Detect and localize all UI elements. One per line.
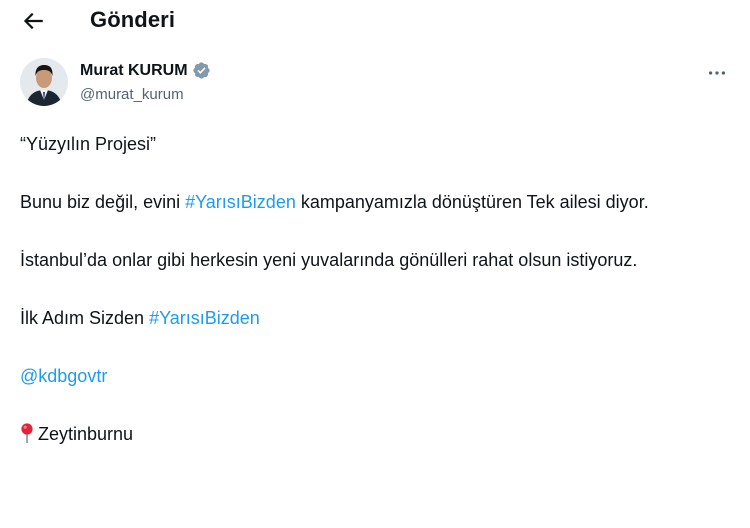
- author-handle[interactable]: @murat_kurum: [80, 86, 184, 103]
- avatar[interactable]: [20, 58, 68, 106]
- arrow-left-icon[interactable]: [20, 8, 46, 34]
- tweet-text-segment: Bunu biz değil, evini: [20, 192, 186, 212]
- location-text: Zeytinburnu: [38, 424, 134, 444]
- hashtag-link[interactable]: #YarısıBizden: [185, 192, 296, 212]
- tweet-text: “Yüzyılın Projesi” Bunu biz değil, evini…: [20, 130, 732, 449]
- tweet-text-segment: İlk Adım Sizden: [20, 308, 150, 328]
- page-title: Gönderi: [90, 7, 176, 32]
- verified-badge-icon: [192, 62, 210, 79]
- top-bar: Gönderi: [0, 0, 750, 44]
- tweet-paragraph: İstanbul’da onlar gibi herkesin yeni yuv…: [20, 246, 732, 275]
- tweet-paragraph: “Yüzyılın Projesi”: [20, 130, 732, 159]
- hashtag-link[interactable]: #YarısıBizden: [149, 308, 260, 328]
- tweet-location: Zeytinburnu: [20, 420, 732, 449]
- mention-link[interactable]: @kdbgovtr: [20, 366, 107, 386]
- tweet-paragraph: İlk Adım Sizden #YarısıBizden: [20, 304, 732, 333]
- tweet-quote-title: “Yüzyılın Projesi”: [20, 134, 157, 154]
- author-name[interactable]: Murat KURUM: [80, 62, 188, 80]
- tweet-paragraph: Bunu biz değil, evini #YarısıBizden kamp…: [20, 188, 732, 217]
- tweet-author: Murat KURUM @murat_kurum: [20, 58, 730, 112]
- tweet-text-segment: İstanbul’da onlar gibi herkesin yeni yuv…: [20, 250, 638, 270]
- tweet-text-segment: kampanyamızla dönüştüren Tek ailesi diyo…: [295, 192, 649, 212]
- round-pushpin-icon: [21, 423, 33, 443]
- avatar-photo: [20, 58, 68, 106]
- tweet-paragraph: @kdbgovtr: [20, 362, 732, 391]
- more-horizontal-icon[interactable]: [706, 62, 728, 84]
- author-name-row: Murat KURUM: [80, 61, 211, 80]
